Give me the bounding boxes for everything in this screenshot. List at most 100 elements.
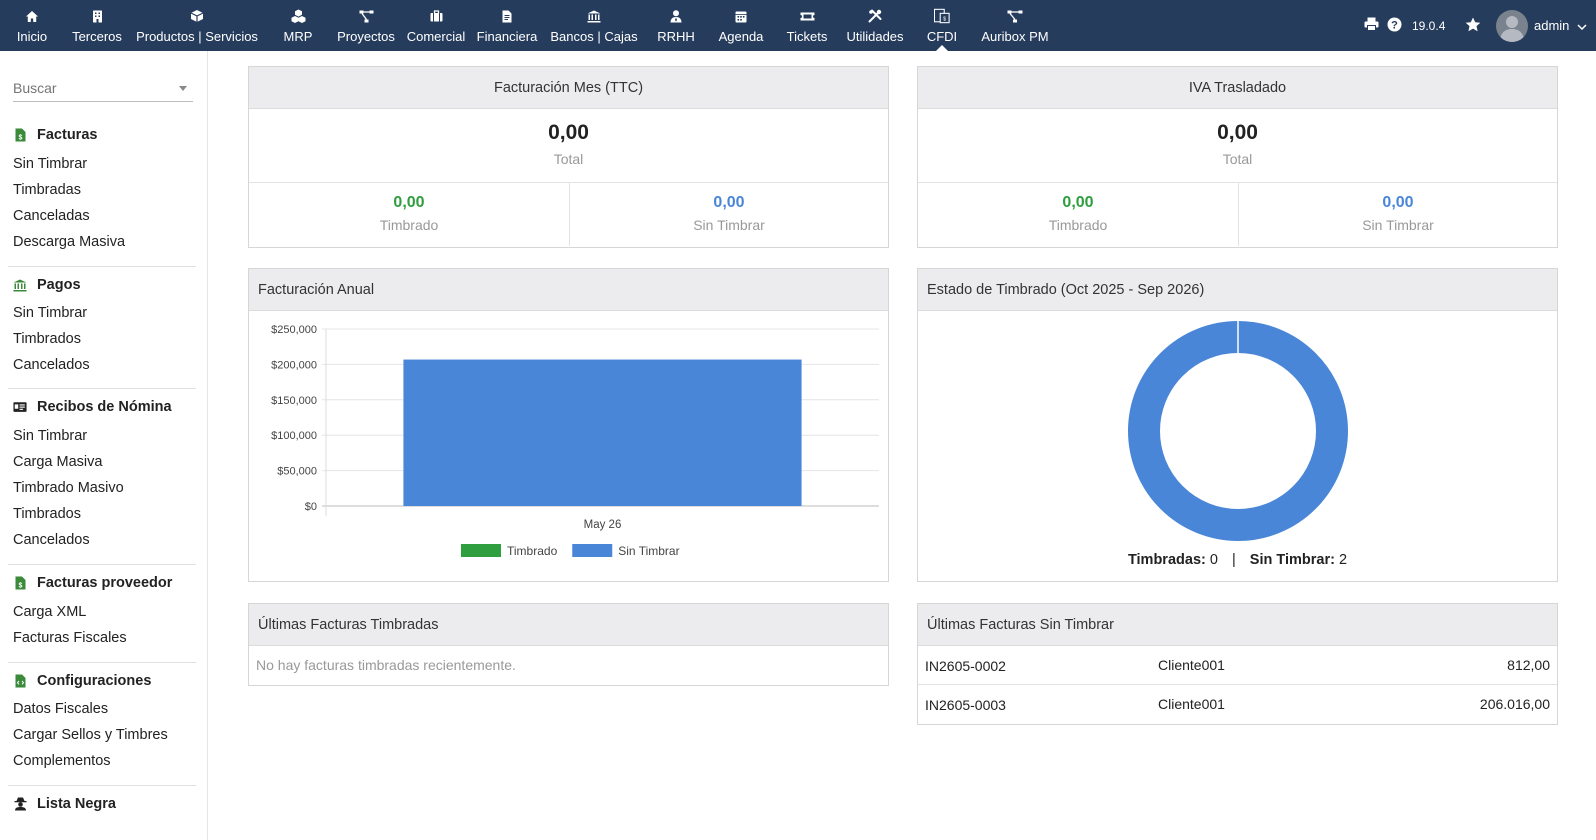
- menu-inicio[interactable]: Inicio: [16, 0, 48, 51]
- sidebar-section-recibos-nomina[interactable]: Recibos de Nómina: [13, 399, 172, 415]
- print-button[interactable]: [1364, 0, 1379, 51]
- menu-bancos-cajas[interactable]: Bancos | Cajas: [548, 0, 640, 51]
- sidebar-item-nomina-timbrados[interactable]: Timbrados: [13, 506, 81, 522]
- separator: |: [1231, 552, 1236, 568]
- sidebar-item-pagos-cancelados[interactable]: Cancelados: [13, 357, 90, 373]
- client-name: Cliente001: [1158, 696, 1225, 712]
- menu-utilidades[interactable]: Utilidades: [845, 0, 905, 51]
- menu-terceros[interactable]: Terceros: [71, 0, 123, 51]
- estado-timbrado-card: Estado de Timbrado (Oct 2025 - Sep 2026)…: [917, 268, 1558, 582]
- svg-text:$: $: [943, 16, 946, 22]
- sidebar-section-facturas[interactable]: $ Facturas: [13, 127, 97, 143]
- version-label: 19.0.4: [1412, 18, 1446, 33]
- sidebar-item-descarga-masiva[interactable]: Descarga Masiva: [13, 234, 125, 250]
- facturacion-anual-card: Facturación Anual $0 $50,000 $100,000 $150,…: [248, 268, 889, 582]
- total-value: 0,00: [1217, 121, 1258, 144]
- sidebar-item-facturas-sin-timbrar[interactable]: Sin Timbrar: [13, 156, 87, 172]
- timbrado-donut-chart: [1128, 321, 1348, 541]
- y-tick-label: $150,000: [271, 395, 317, 407]
- sidebar-item-pagos-sin-timbrar[interactable]: Sin Timbrar: [13, 305, 87, 321]
- menu-rrhh[interactable]: RRHH: [655, 0, 697, 51]
- sidebar-item-carga-masiva[interactable]: Carga Masiva: [13, 454, 102, 470]
- sidebar-section-facturas-proveedor[interactable]: $ Facturas proveedor: [13, 575, 172, 591]
- print-icon: [1364, 17, 1379, 34]
- sidebar-section-lista-negra[interactable]: Lista Negra: [13, 796, 116, 812]
- sidebar-item-datos-fiscales[interactable]: Datos Fiscales: [13, 701, 108, 717]
- y-tick-label: $200,000: [271, 359, 317, 371]
- section-title: Facturas proveedor: [37, 575, 173, 591]
- section-title: Lista Negra: [37, 796, 116, 812]
- top-navbar: Inicio Terceros Productos | Servicios MR…: [0, 0, 1596, 51]
- timbradas-value: 0: [1209, 552, 1218, 568]
- y-tick-label: $50,000: [277, 466, 317, 478]
- menu-tickets[interactable]: Tickets: [783, 0, 831, 51]
- menu-proyectos[interactable]: Proyectos: [336, 0, 396, 51]
- star-icon: [1465, 17, 1481, 35]
- menu-label: Financiera: [476, 29, 538, 44]
- y-tick-label: $100,000: [271, 430, 317, 442]
- bar-sin-timbrar: [403, 359, 802, 506]
- invoice-ref-link[interactable]: IN2605-0003: [925, 697, 1006, 713]
- menu-mrp[interactable]: MRP: [283, 0, 313, 51]
- timbrado-value: 0,00: [1062, 194, 1094, 211]
- timbrado-label: Timbrado: [1048, 217, 1108, 233]
- building-icon: [89, 8, 105, 24]
- sidebar-section-configuraciones[interactable]: Configuraciones: [13, 673, 151, 689]
- empty-message: No hay facturas timbradas recientemente.: [256, 657, 516, 673]
- menu-productos-servicios[interactable]: Productos | Servicios: [135, 0, 259, 51]
- facturacion-mes-card: Facturación Mes (TTC) 0,00 Total 0,00 Ti…: [248, 66, 889, 248]
- suitcase-icon: [428, 8, 444, 24]
- divider: [8, 564, 196, 565]
- sidebar-item-carga-xml[interactable]: Carga XML: [13, 604, 86, 620]
- question-circle-icon: ?: [1387, 17, 1402, 35]
- cubes-icon: [290, 8, 306, 24]
- invoice-amount: 206.016,00: [1479, 696, 1550, 712]
- sidebar-item-cargar-sellos[interactable]: Cargar Sellos y Timbres: [13, 727, 168, 743]
- sidebar-item-pagos-timbrados[interactable]: Timbrados: [13, 331, 81, 347]
- left-sidebar: $ Facturas Sin Timbrar Timbradas Cancela…: [0, 51, 208, 840]
- sin-timbrar-label: Sin Timbrar:: [1249, 552, 1335, 568]
- menu-agenda[interactable]: Agenda: [717, 0, 765, 51]
- svg-text:$: $: [18, 135, 22, 142]
- menu-label: Bancos | Cajas: [550, 29, 638, 44]
- sidebar-item-nomina-sin-timbrar[interactable]: Sin Timbrar: [13, 428, 87, 444]
- card-title: Últimas Facturas Sin Timbrar: [918, 604, 1557, 646]
- menu-label: Proyectos: [337, 29, 395, 44]
- sitemap-icon: [358, 8, 374, 24]
- chevron-down-icon: [1577, 19, 1587, 33]
- sin-timbrar-value: 0,00: [1382, 194, 1414, 211]
- ultimas-timbradas-card: Últimas Facturas Timbradas No hay factur…: [248, 603, 889, 686]
- legend-label: Sin Timbrar: [618, 544, 679, 558]
- timbrado-label: Timbrado: [379, 217, 439, 233]
- menu-comercial[interactable]: Comercial: [405, 0, 467, 51]
- menu-label: Inicio: [16, 29, 48, 44]
- search-input[interactable]: [13, 76, 173, 100]
- total-label: Total: [553, 151, 584, 167]
- sidebar-item-nomina-cancelados[interactable]: Cancelados: [13, 532, 90, 548]
- sidebar-item-complementos[interactable]: Complementos: [13, 753, 111, 769]
- card-title: IVA Trasladado: [918, 67, 1557, 109]
- sidebar-item-facturas-timbradas[interactable]: Timbradas: [13, 182, 81, 198]
- divider: [8, 785, 196, 786]
- sidebar-section-pagos[interactable]: Pagos: [13, 277, 81, 293]
- menu-financiera[interactable]: Financiera: [476, 0, 538, 51]
- menu-cfdi[interactable]: $ CFDI: [924, 0, 960, 51]
- sidebar-item-facturas-canceladas[interactable]: Canceladas: [13, 208, 90, 224]
- bookmarks-button[interactable]: [1465, 0, 1481, 51]
- sidebar-search[interactable]: [13, 76, 193, 102]
- avatar: [1496, 9, 1528, 42]
- bank-icon: [13, 278, 27, 292]
- invoice-ref-link[interactable]: IN2605-0002: [925, 658, 1006, 674]
- menu-auribox-pm[interactable]: Auribox PM: [980, 0, 1050, 51]
- legend-swatch: [461, 544, 501, 557]
- cfdi-icon: $: [934, 8, 950, 24]
- sidebar-item-timbrado-masivo[interactable]: Timbrado Masivo: [13, 480, 124, 496]
- legend-label: Timbrado: [507, 544, 558, 558]
- ultimas-sin-timbrar-card: Últimas Facturas Sin Timbrar IN2605-0002…: [917, 603, 1558, 725]
- user-menu[interactable]: admin: [1496, 0, 1587, 51]
- sidebar-item-facturas-fiscales[interactable]: Facturas Fiscales: [13, 630, 127, 646]
- help-button[interactable]: ?: [1387, 0, 1402, 51]
- invoice-icon: [499, 8, 515, 24]
- menu-label: Auribox PM: [981, 29, 1049, 44]
- card-title: Últimas Facturas Timbradas: [249, 604, 888, 646]
